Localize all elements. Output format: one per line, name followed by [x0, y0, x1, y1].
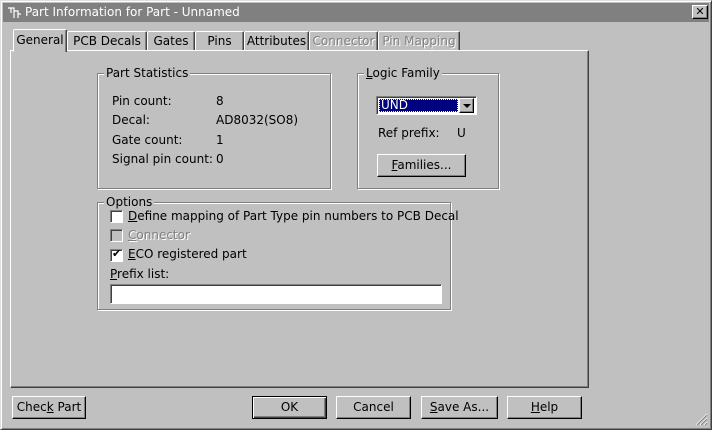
connector-checkbox [110, 229, 123, 242]
title-bar[interactable]: Part Information for Part - Unnamed ✕ [3, 3, 709, 22]
tab-pins[interactable]: Pins [195, 31, 244, 51]
eco-registered-label[interactable]: ECO registered part [128, 247, 247, 261]
define-mapping-label[interactable]: Define mapping of Part Type pin numbers … [128, 209, 459, 223]
part-statistics-group [97, 73, 331, 189]
gate-count-value: 1 [216, 133, 224, 147]
connector-label: Connector [128, 228, 190, 242]
cancel-button[interactable]: Cancel [336, 396, 411, 419]
ok-button[interactable]: OK [252, 396, 327, 419]
gate-count-label: Gate count: [112, 133, 183, 147]
eco-registered-checkbox[interactable]: ✔ [110, 247, 123, 262]
tab-pcb-decals[interactable]: PCB Decals [67, 31, 147, 51]
check-part-button[interactable]: Check Part [12, 396, 86, 419]
signal-pin-count-value: 0 [216, 152, 224, 166]
define-mapping-checkbox[interactable] [110, 210, 123, 223]
checkmark-icon: ✔ [112, 247, 122, 260]
signal-pin-count-label: Signal pin count: [112, 152, 213, 166]
tab-pin-mapping: Pin Mapping [378, 31, 460, 51]
close-icon[interactable]: ✕ [692, 5, 708, 19]
prefix-list-label: Prefix list: [110, 267, 170, 281]
prefix-list-input[interactable] [110, 284, 442, 304]
tab-general[interactable]: General [13, 29, 67, 52]
ref-prefix-label: Ref prefix: [378, 126, 440, 140]
tab-connector: Connector [309, 31, 378, 51]
help-button[interactable]: Help [507, 396, 582, 419]
part-statistics-legend: Part Statistics [104, 66, 191, 80]
window-title: Part Information for Part - Unnamed [25, 5, 240, 19]
options-legend: Options [104, 195, 155, 209]
save-as-button[interactable]: Save As... [421, 396, 498, 419]
decal-label: Decal: [112, 113, 150, 127]
families-button[interactable]: Families... [377, 154, 466, 177]
decal-value: AD8032(SO8) [216, 113, 299, 127]
tab-gates[interactable]: Gates [147, 31, 195, 51]
logic-family-legend: Logic Family [364, 66, 442, 80]
pin-count-value: 8 [216, 94, 224, 108]
app-icon [8, 7, 21, 18]
resize-grip-icon[interactable] [694, 412, 708, 426]
ref-prefix-value: U [457, 126, 466, 140]
tab-attributes[interactable]: Attributes [244, 31, 309, 51]
pin-count-label: Pin count: [112, 94, 172, 108]
